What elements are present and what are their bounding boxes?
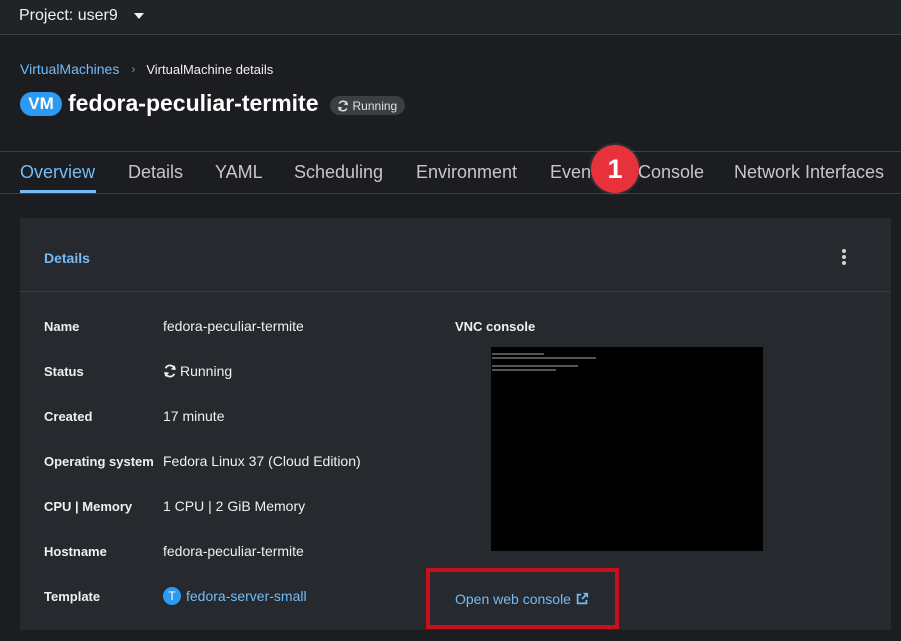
page-header: VM fedora-peculiar-termite Running: [20, 90, 406, 117]
details-card: Details Name fedora-peculiar-termite Sta…: [20, 218, 891, 630]
tab-overview[interactable]: Overview: [20, 162, 95, 183]
cpu-memory-value: 1 CPU | 2 GiB Memory: [163, 498, 306, 514]
sync-icon: [337, 99, 348, 112]
name-value: fedora-peculiar-termite: [163, 318, 304, 334]
sync-icon: [164, 364, 176, 378]
open-web-console-label: Open web console: [455, 591, 571, 607]
vm-badge: VM: [20, 91, 62, 116]
hostname-value: fedora-peculiar-termite: [163, 543, 304, 559]
project-selector-label: Project: user9: [19, 7, 118, 24]
open-web-console-link[interactable]: Open web console: [455, 591, 589, 607]
operating-system-value: Fedora Linux 37 (Cloud Edition): [163, 453, 361, 469]
created-label: Created: [44, 409, 93, 424]
operating-system-label: Operating system: [44, 454, 154, 469]
breadcrumb-current: VirtualMachine details: [146, 61, 274, 77]
project-selector[interactable]: Project: user9: [19, 7, 144, 25]
vnc-console-preview[interactable]: [491, 347, 763, 551]
status-value: Running: [163, 363, 232, 379]
chevron-right-icon: ›: [131, 62, 136, 76]
status-value-text: Running: [180, 363, 233, 379]
name-label: Name: [44, 319, 80, 334]
active-tab-indicator: [20, 190, 96, 193]
status-label: Status: [44, 364, 84, 379]
status-badge-label: Running: [352, 98, 398, 113]
hostname-label: Hostname: [44, 544, 107, 559]
template-value: T fedora-server-small: [163, 587, 307, 605]
breadcrumb: VirtualMachines › VirtualMachine details: [20, 61, 273, 77]
external-link-icon: [576, 592, 589, 605]
template-icon: T: [163, 587, 181, 605]
status-badge: Running: [329, 96, 406, 115]
template-link[interactable]: fedora-server-small: [186, 588, 307, 604]
tab-environment[interactable]: Environment: [416, 162, 517, 183]
kebab-menu-icon[interactable]: [839, 249, 849, 267]
card-header: Details: [20, 218, 891, 292]
card-title[interactable]: Details: [44, 250, 90, 266]
tab-network-interfaces[interactable]: Network Interfaces: [734, 162, 884, 183]
tab-bar: Overview Details YAML Scheduling Environ…: [0, 151, 901, 194]
tab-console[interactable]: Console: [638, 162, 704, 183]
template-label: Template: [44, 589, 101, 604]
breadcrumb-virtualmachines-link[interactable]: VirtualMachines: [20, 61, 119, 77]
step-callout-badge: 1: [591, 145, 639, 193]
tab-scheduling[interactable]: Scheduling: [294, 162, 383, 183]
created-value: 17 minute: [163, 408, 225, 424]
caret-down-icon: [133, 13, 144, 19]
cpu-memory-label: CPU | Memory: [44, 499, 133, 514]
page-title: fedora-peculiar-termite: [68, 90, 319, 116]
tab-yaml[interactable]: YAML: [215, 162, 263, 183]
top-bar: Project: user9: [0, 0, 901, 35]
tab-details[interactable]: Details: [128, 162, 183, 183]
vnc-console-label: VNC console: [455, 319, 536, 334]
